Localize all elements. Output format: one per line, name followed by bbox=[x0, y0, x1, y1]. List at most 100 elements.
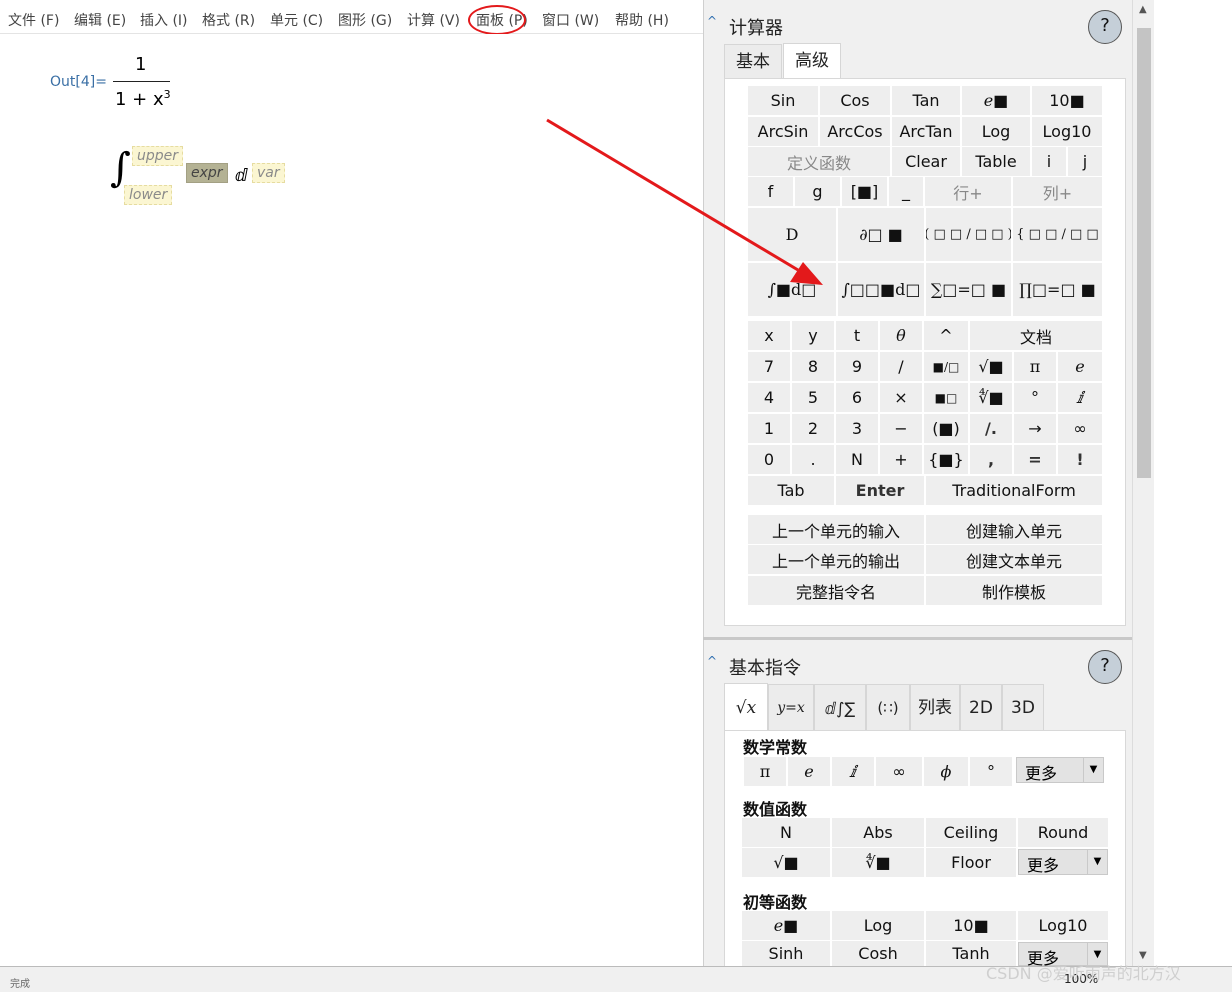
elem-log10[interactable]: Log10 bbox=[1018, 911, 1108, 940]
elem-sinh[interactable]: Sinh bbox=[742, 941, 830, 966]
elem-exp[interactable]: e■ bbox=[742, 911, 830, 940]
btn-pow10[interactable]: 10■ bbox=[1032, 86, 1102, 115]
tab-basic[interactable]: 基本 bbox=[724, 44, 782, 79]
btn-create-input-cell[interactable]: 创建输入单元 bbox=[926, 515, 1102, 544]
key-theta[interactable]: θ bbox=[880, 321, 922, 350]
tab-matrix[interactable]: (∷) bbox=[866, 684, 910, 731]
tab-3d[interactable]: 3D bbox=[1002, 684, 1044, 731]
key-0[interactable]: 0 bbox=[748, 445, 790, 474]
btn-cos[interactable]: Cos bbox=[820, 86, 890, 115]
key-dot[interactable]: . bbox=[792, 445, 834, 474]
menu-evaluation[interactable]: 计算 (V) bbox=[407, 10, 460, 30]
num-sqrt[interactable]: √■ bbox=[742, 848, 830, 877]
key-tab[interactable]: Tab bbox=[748, 476, 834, 505]
key-imaginary[interactable]: ⅈ bbox=[1058, 383, 1102, 412]
num-floor[interactable]: Floor bbox=[926, 848, 1016, 877]
btn-product[interactable]: ∏□=□ ■ bbox=[1013, 263, 1102, 316]
key-superscript[interactable]: ■□ bbox=[924, 383, 968, 412]
btn-previous-input[interactable]: 上一个单元的输入 bbox=[748, 515, 924, 544]
calculator-help-button[interactable]: ? bbox=[1088, 10, 1122, 44]
btn-make-template[interactable]: 制作模板 bbox=[926, 576, 1102, 605]
const-pi[interactable]: π bbox=[744, 757, 786, 786]
key-rule[interactable]: → bbox=[1014, 414, 1056, 443]
key-3[interactable]: 3 bbox=[836, 414, 878, 443]
key-degree[interactable]: ° bbox=[1014, 383, 1056, 412]
collapse-chevron-icon[interactable]: ^ bbox=[707, 654, 717, 668]
key-n[interactable]: N bbox=[836, 445, 878, 474]
btn-log10[interactable]: Log10 bbox=[1032, 117, 1102, 146]
num-round[interactable]: Round bbox=[1018, 818, 1108, 847]
key-multiply[interactable]: × bbox=[880, 383, 922, 412]
basic-commands-help-button[interactable]: ? bbox=[1088, 650, 1122, 684]
key-1[interactable]: 1 bbox=[748, 414, 790, 443]
elem-log[interactable]: Log bbox=[832, 911, 924, 940]
tab-equation[interactable]: y=x bbox=[768, 684, 814, 731]
elem-pow10[interactable]: 10■ bbox=[926, 911, 1016, 940]
key-fraction[interactable]: ■/□ bbox=[924, 352, 968, 381]
tab-2d[interactable]: 2D bbox=[960, 684, 1002, 731]
upper-placeholder[interactable]: upper bbox=[132, 146, 184, 166]
key-equals[interactable]: = bbox=[1014, 445, 1056, 474]
btn-g[interactable]: g bbox=[795, 177, 840, 206]
tab-advanced[interactable]: 高级 bbox=[783, 43, 841, 79]
key-7[interactable]: 7 bbox=[748, 352, 790, 381]
key-8[interactable]: 8 bbox=[792, 352, 834, 381]
menu-edit[interactable]: 编辑 (E) bbox=[74, 10, 126, 30]
tab-algebra[interactable]: √x bbox=[724, 683, 768, 731]
num-abs[interactable]: Abs bbox=[832, 818, 924, 847]
btn-add-column[interactable]: 列+ bbox=[1013, 177, 1102, 206]
btn-full-command-name[interactable]: 完整指令名 bbox=[748, 576, 924, 605]
btn-integral[interactable]: ∫■d□ bbox=[748, 263, 836, 316]
const-i[interactable]: ⅈ bbox=[832, 757, 874, 786]
const-phi[interactable]: ϕ bbox=[924, 757, 968, 786]
btn-derivative[interactable]: D bbox=[748, 208, 836, 261]
key-pi[interactable]: π bbox=[1014, 352, 1056, 381]
var-placeholder[interactable]: var bbox=[252, 163, 285, 183]
btn-clear[interactable]: Clear bbox=[892, 147, 960, 176]
numeric-more-dropdown[interactable]: 更多 ▼ bbox=[1018, 849, 1108, 875]
key-power[interactable]: ^ bbox=[924, 321, 968, 350]
panel-scrollbar[interactable]: ▲ ▼ bbox=[1132, 0, 1154, 966]
btn-i[interactable]: i bbox=[1032, 147, 1066, 176]
key-braces[interactable]: {■} bbox=[924, 445, 968, 474]
key-comma[interactable]: , bbox=[970, 445, 1012, 474]
const-infinity[interactable]: ∞ bbox=[876, 757, 922, 786]
btn-exp[interactable]: e■ bbox=[962, 86, 1030, 115]
collapse-chevron-icon[interactable]: ^ bbox=[707, 14, 717, 28]
key-enter[interactable]: Enter bbox=[836, 476, 924, 505]
tab-lists[interactable]: 列表 bbox=[910, 684, 960, 731]
const-e[interactable]: e bbox=[788, 757, 830, 786]
btn-partial[interactable]: ∂□ ■ bbox=[838, 208, 924, 261]
key-5[interactable]: 5 bbox=[792, 383, 834, 412]
btn-piecewise[interactable]: { □ □ / □ □ bbox=[1013, 208, 1102, 261]
key-plus[interactable]: + bbox=[880, 445, 922, 474]
menu-help[interactable]: 帮助 (H) bbox=[615, 10, 669, 30]
key-factorial[interactable]: ! bbox=[1058, 445, 1102, 474]
expr-placeholder[interactable]: expr bbox=[186, 163, 228, 183]
key-parens[interactable]: (■) bbox=[924, 414, 968, 443]
key-nth-root[interactable]: ∜■ bbox=[970, 383, 1012, 412]
key-replace-all[interactable]: /. bbox=[970, 414, 1012, 443]
btn-arcsin[interactable]: ArcSin bbox=[748, 117, 818, 146]
btn-arccos[interactable]: ArcCos bbox=[820, 117, 890, 146]
key-divide[interactable]: / bbox=[880, 352, 922, 381]
btn-define-function[interactable]: 定义函数 bbox=[748, 147, 890, 176]
num-n[interactable]: N bbox=[742, 818, 830, 847]
btn-log[interactable]: Log bbox=[962, 117, 1030, 146]
menu-file[interactable]: 文件 (F) bbox=[8, 10, 59, 30]
btn-sin[interactable]: Sin bbox=[748, 86, 818, 115]
menu-graphics[interactable]: 图形 (G) bbox=[338, 10, 392, 30]
btn-tan[interactable]: Tan bbox=[892, 86, 960, 115]
key-traditional-form[interactable]: TraditionalForm bbox=[926, 476, 1102, 505]
const-degree[interactable]: ° bbox=[970, 757, 1012, 786]
lower-placeholder[interactable]: lower bbox=[124, 185, 173, 205]
btn-part[interactable]: [■] bbox=[842, 177, 887, 206]
key-9[interactable]: 9 bbox=[836, 352, 878, 381]
btn-table[interactable]: Table bbox=[962, 147, 1030, 176]
key-docs[interactable]: 文档 bbox=[970, 321, 1102, 350]
key-minus[interactable]: − bbox=[880, 414, 922, 443]
btn-f[interactable]: f bbox=[748, 177, 793, 206]
num-nth-root[interactable]: ∜■ bbox=[832, 848, 924, 877]
key-x[interactable]: x bbox=[748, 321, 790, 350]
btn-previous-output[interactable]: 上一个单元的输出 bbox=[748, 545, 924, 574]
